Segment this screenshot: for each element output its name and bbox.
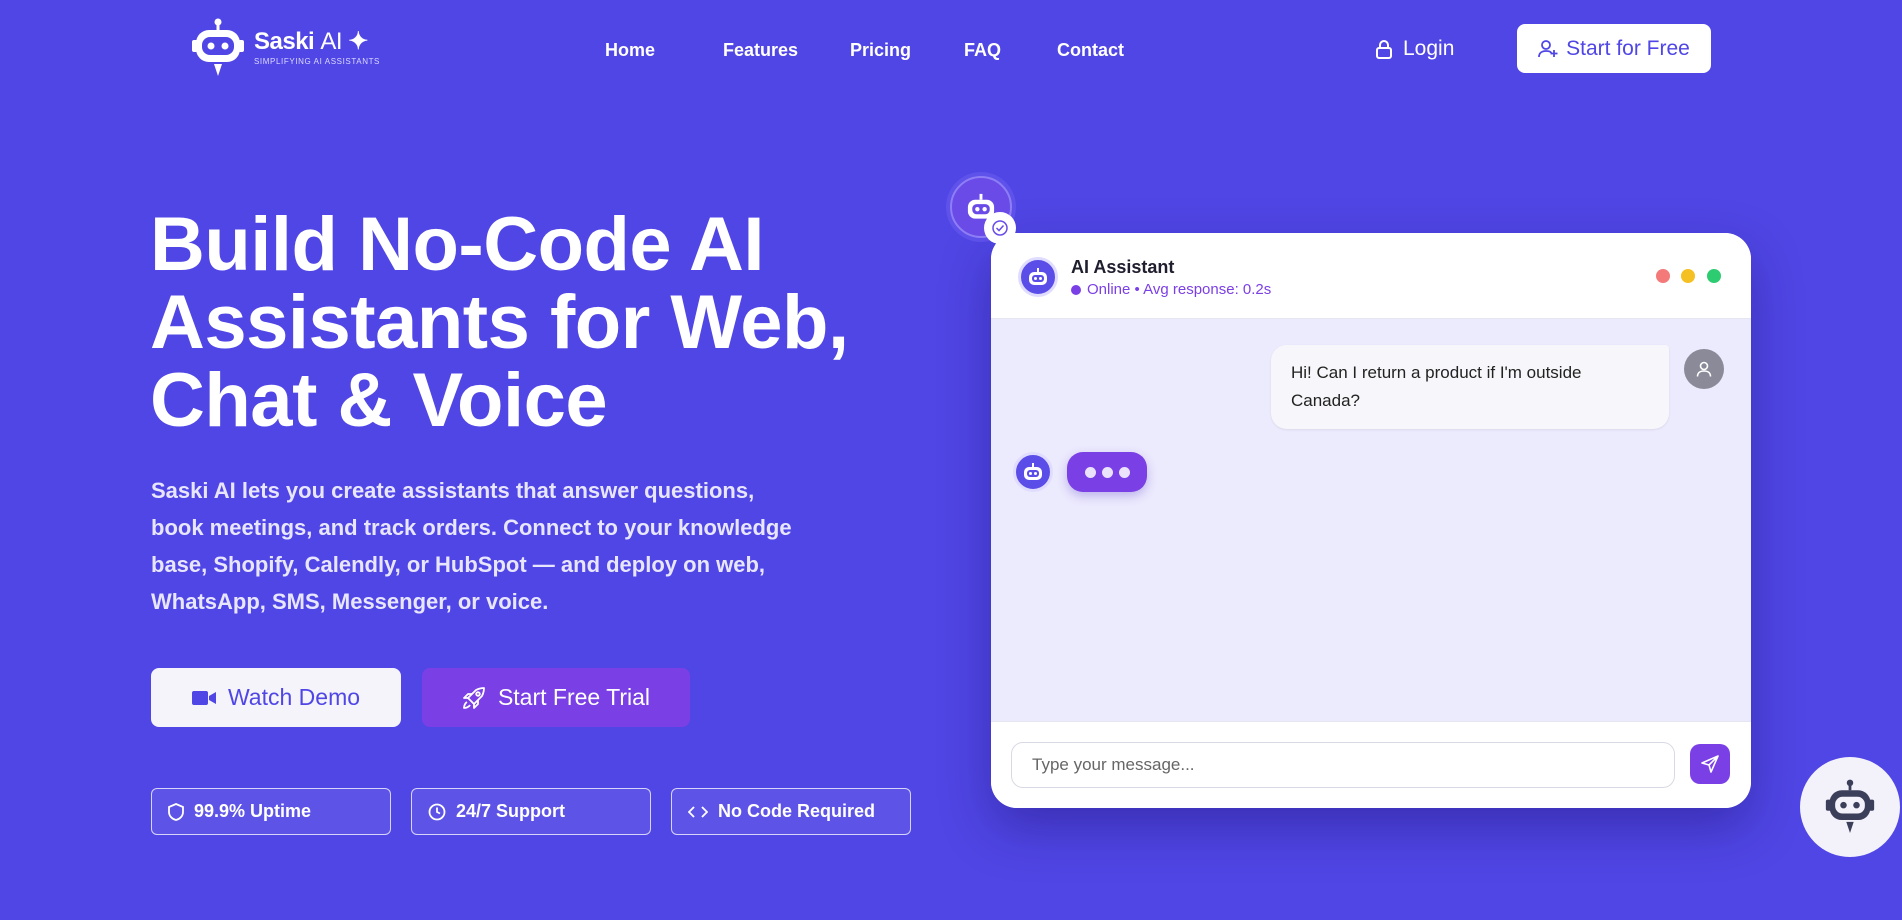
start-for-free-button[interactable]: Start for Free <box>1517 24 1711 73</box>
chat-messages: Hi! Can I return a product if I'm outsid… <box>991 319 1751 721</box>
nav-faq[interactable]: FAQ <box>964 40 1001 61</box>
clock-icon <box>428 803 446 820</box>
chat-launcher-button[interactable] <box>1800 757 1900 857</box>
headline-line-3: Chat & Voice <box>150 358 608 443</box>
user-avatar <box>1684 349 1724 389</box>
send-button[interactable] <box>1690 744 1730 784</box>
code-icon <box>688 805 708 818</box>
chat-widget-preview: AI Assistant Online • Avg response: 0.2s… <box>991 233 1751 808</box>
watch-demo-button[interactable]: Watch Demo <box>151 668 401 727</box>
no-code-label: No Code Required <box>718 801 876 821</box>
window-minimize-dot[interactable] <box>1681 269 1695 283</box>
watch-demo-label: Watch Demo <box>227 684 361 710</box>
message-input[interactable] <box>1011 742 1675 788</box>
hero-headline: Build No-Code AI Assistants for Web, Cha… <box>150 206 910 440</box>
online-dot <box>1071 284 1081 295</box>
start-free-trial-button[interactable]: Start Free Trial <box>422 668 690 727</box>
assistant-avatar-small <box>1013 452 1053 492</box>
window-maximize-dot[interactable] <box>1707 269 1721 283</box>
lock-icon <box>1376 40 1392 59</box>
assistant-avatar <box>1018 257 1058 297</box>
start-free-trial-label: Start Free Trial <box>497 684 651 710</box>
nav-contact[interactable]: Contact <box>1057 40 1124 61</box>
nav-features[interactable]: Features <box>723 40 798 61</box>
assistant-title: AI Assistant <box>1071 257 1175 277</box>
shield-icon <box>168 802 184 821</box>
login-label: Login <box>1403 37 1455 60</box>
verified-badge <box>984 212 1016 244</box>
nav-pricing[interactable]: Pricing <box>850 40 911 61</box>
robot-icon <box>1024 463 1042 480</box>
robot-icon <box>192 18 244 76</box>
user-plus-icon <box>1538 39 1558 57</box>
no-code-badge: No Code Required <box>671 788 911 835</box>
headline-line-1: Build No-Code AI <box>150 202 765 287</box>
video-icon <box>191 690 216 705</box>
support-badge: 24/7 Support <box>411 788 651 835</box>
support-label: 24/7 Support <box>456 801 566 821</box>
uptime-badge: 99.9% Uptime <box>151 788 391 835</box>
sparkle-icon: ✦ <box>348 28 368 55</box>
brand-suffix: AI <box>320 28 343 55</box>
headline-line-2: Assistants for Web, <box>150 280 849 365</box>
start-for-free-label: Start for Free <box>1566 36 1690 60</box>
brand-name: Saski <box>254 28 315 55</box>
assistant-status: Online • Avg response: 0.2s <box>1071 281 1271 298</box>
chat-footer <box>991 721 1751 808</box>
uptime-label: 99.9% Uptime <box>194 801 312 821</box>
nav-home[interactable]: Home <box>605 40 655 61</box>
chat-header: AI Assistant Online • Avg response: 0.2s <box>991 233 1751 319</box>
user-message-bubble: Hi! Can I return a product if I'm outsid… <box>1271 345 1669 429</box>
user-icon <box>1696 361 1712 377</box>
typing-indicator <box>1067 452 1147 492</box>
brand-tagline: SIMPLIFYING AI ASSISTANTS <box>254 57 380 66</box>
robot-icon <box>1825 779 1875 833</box>
brand-logo[interactable]: Saski AI ✦ SIMPLIFYING AI ASSISTANTS <box>190 18 380 78</box>
window-close-dot[interactable] <box>1656 269 1670 283</box>
hero-subtext: Saski AI lets you create assistants that… <box>151 478 792 614</box>
send-icon <box>1701 755 1719 773</box>
robot-icon <box>1029 268 1047 285</box>
assistant-status-text: Online • Avg response: 0.2s <box>1087 281 1272 298</box>
check-circle-icon <box>992 220 1008 236</box>
rocket-icon <box>463 686 485 709</box>
login-link[interactable]: Login <box>1375 37 1454 61</box>
